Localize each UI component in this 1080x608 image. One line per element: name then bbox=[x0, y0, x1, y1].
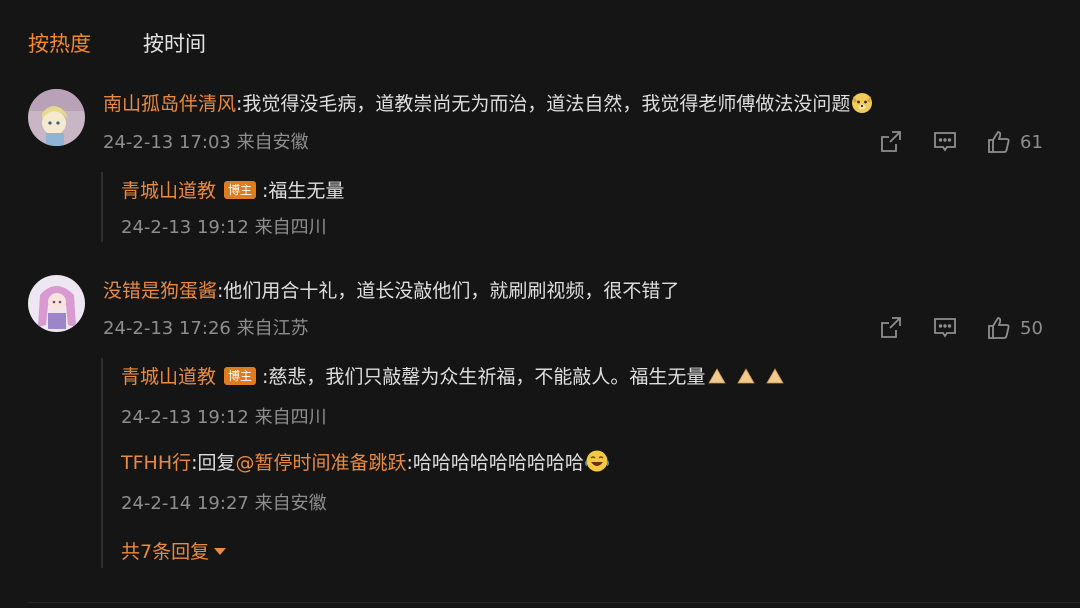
mention-link[interactable]: @暂停时间准备跳跃 bbox=[236, 452, 407, 474]
more-replies-label: 共7条回复 bbox=[121, 541, 210, 563]
tab-sort-hot[interactable]: 按热度 bbox=[28, 28, 91, 60]
comment-button[interactable] bbox=[932, 129, 958, 155]
reply-item: 青城山道教 博主 :慈悲，我们只敲罄为众生祈福，不能敲人。福生无量 24-2-13 … bbox=[121, 362, 791, 432]
comment-icon bbox=[932, 129, 958, 155]
reply-line: TFHH行:回复@暂停时间准备跳跃:哈哈哈哈哈哈哈哈哈 bbox=[121, 448, 610, 482]
sort-tabs: 按热度 按时间 bbox=[28, 28, 206, 60]
reply-prefix: :回复 bbox=[191, 452, 236, 474]
like-count: 61 bbox=[1020, 131, 1043, 153]
reply-line: 青城山道教 博主 :福生无量 bbox=[121, 176, 344, 206]
share-icon bbox=[878, 315, 904, 341]
avatar[interactable] bbox=[28, 275, 85, 332]
comment-line: 南山孤岛伴清风:我觉得没毛病，道教崇尚无为而治，道法自然，我觉得老师傅做法没问题 bbox=[103, 89, 874, 123]
share-button[interactable] bbox=[878, 315, 904, 341]
reply-text: :慈悲，我们只敲罄为众生祈福，不能敲人。福生无量 bbox=[262, 366, 706, 388]
dog-face-emoji-icon bbox=[850, 90, 874, 123]
reply-item: TFHH行:回复@暂停时间准备跳跃:哈哈哈哈哈哈哈哈哈 24-2-14 19:2… bbox=[121, 448, 610, 518]
reply-thread: 青城山道教 博主 :慈悲，我们只敲罄为众生祈福，不能敲人。福生无量 24-2-13 … bbox=[101, 358, 785, 568]
comment-icon bbox=[932, 315, 958, 341]
reply-thread: 青城山道教 博主 :福生无量 24-2-13 19:12 来自四川 bbox=[101, 172, 344, 242]
reply-username[interactable]: TFHH行 bbox=[121, 452, 191, 474]
like-count: 50 bbox=[1020, 317, 1043, 339]
caret-down-icon bbox=[214, 548, 227, 555]
share-button[interactable] bbox=[878, 129, 904, 155]
reply-line: 青城山道教 博主 :慈悲，我们只敲罄为众生祈福，不能敲人。福生无量 bbox=[121, 362, 791, 396]
author-badge: 博主 bbox=[224, 367, 257, 385]
reply-username[interactable]: 青城山道教 bbox=[121, 366, 216, 388]
comment-username[interactable]: 没错是狗蛋酱 bbox=[103, 280, 217, 302]
comment-username[interactable]: 南山孤岛伴清风 bbox=[103, 93, 236, 115]
comment-meta: 24-2-13 17:03 来自安徽 bbox=[103, 132, 309, 153]
author-badge: 博主 bbox=[224, 181, 257, 199]
comment-button[interactable] bbox=[932, 315, 958, 341]
divider bbox=[28, 602, 1080, 603]
more-replies-button[interactable]: 共7条回复 bbox=[121, 538, 227, 566]
like-button[interactable]: 50 bbox=[986, 315, 1043, 341]
comment-meta: 24-2-13 17:26 来自江苏 bbox=[103, 318, 309, 339]
like-button[interactable]: 61 bbox=[986, 129, 1043, 155]
folded-hands-emoji-icon bbox=[705, 363, 791, 396]
reply-text: :福生无量 bbox=[262, 180, 345, 202]
comment-text: :他们用合十礼，道长没敲他们，就刷刷视频，很不错了 bbox=[217, 280, 680, 302]
comment-line: 没错是狗蛋酱:他们用合十礼，道长没敲他们，就刷刷视频，很不错了 bbox=[103, 276, 679, 306]
reply-meta: 24-2-14 19:27 来自安徽 bbox=[121, 493, 327, 514]
reply-item: 青城山道教 博主 :福生无量 24-2-13 19:12 来自四川 bbox=[121, 176, 344, 242]
reply-meta: 24-2-13 19:12 来自四川 bbox=[121, 407, 327, 428]
comment-text: :我觉得没毛病，道教崇尚无为而治，道法自然，我觉得老师傅做法没问题 bbox=[236, 93, 851, 115]
comment-actions: 61 bbox=[878, 129, 1043, 155]
reply-meta: 24-2-13 19:12 来自四川 bbox=[121, 217, 327, 238]
comment-actions: 50 bbox=[878, 315, 1043, 341]
thumbs-up-icon bbox=[986, 315, 1012, 341]
thumbs-up-icon bbox=[986, 129, 1012, 155]
reply-username[interactable]: 青城山道教 bbox=[121, 180, 216, 202]
share-icon bbox=[878, 129, 904, 155]
avatar[interactable] bbox=[28, 89, 85, 146]
reply-text: :哈哈哈哈哈哈哈哈哈 bbox=[406, 452, 584, 474]
tab-sort-time[interactable]: 按时间 bbox=[143, 28, 206, 60]
laughing-tears-emoji-icon bbox=[584, 449, 610, 482]
